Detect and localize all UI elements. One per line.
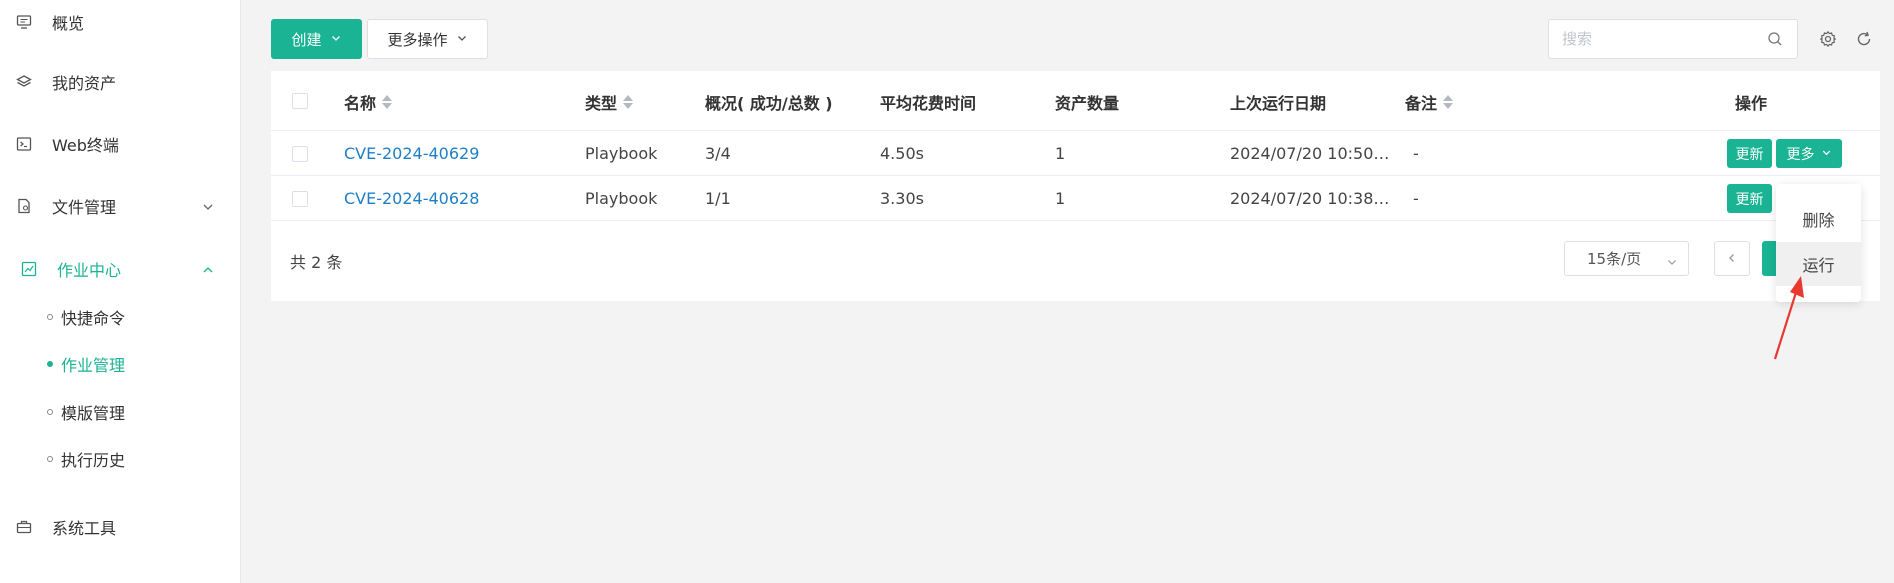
- pagination-total: 共 2 条: [290, 253, 343, 272]
- toolbox-icon: [15, 518, 33, 536]
- job-summary: 1/1: [705, 189, 731, 208]
- update-button[interactable]: 更新: [1727, 184, 1772, 213]
- sidebar-subitem-label: 作业管理: [61, 356, 126, 375]
- create-button-label: 创建: [291, 30, 322, 49]
- create-button[interactable]: 创建: [271, 19, 362, 59]
- column-header-avg-time: 平均花费时间: [880, 94, 977, 113]
- job-table-card: 名称 类型 概况( 成功/总数 ) 平均花费时间 资产数量 上次运行日期 备注 …: [271, 71, 1880, 301]
- page-size-value: 15条/页: [1587, 250, 1642, 268]
- table-row: CVE-2024-40628 Playbook 1/1 3.30s 1 2024…: [271, 176, 1880, 221]
- layers-icon: [15, 73, 33, 91]
- terminal-icon: [15, 135, 33, 153]
- job-name-link[interactable]: CVE-2024-40629: [344, 144, 479, 163]
- job-type: Playbook: [585, 144, 658, 163]
- prev-page-button[interactable]: [1714, 241, 1750, 276]
- sidebar-item-system-tools[interactable]: 系统工具: [0, 507, 241, 547]
- page-size-select[interactable]: 15条/页: [1564, 241, 1689, 276]
- sidebar-subitem-label: 快捷命令: [61, 309, 126, 328]
- job-icon: [20, 260, 38, 278]
- bullet-icon: [47, 456, 53, 462]
- more-button[interactable]: 更多: [1776, 139, 1842, 168]
- column-header-label: 类型: [585, 94, 618, 113]
- column-header-label: 备注: [1405, 94, 1438, 113]
- chevron-down-icon: [456, 30, 468, 48]
- column-header-name[interactable]: 名称: [344, 90, 393, 114]
- sidebar-subitem-label: 模版管理: [61, 404, 126, 423]
- column-header-label: 名称: [344, 94, 377, 113]
- column-header-last-run: 上次运行日期: [1230, 94, 1327, 113]
- sidebar-item-overview[interactable]: 概览: [0, 2, 241, 42]
- sidebar-item-label: 文件管理: [52, 198, 117, 217]
- job-asset-count: 1: [1055, 144, 1066, 163]
- job-comment: -: [1413, 189, 1419, 208]
- sort-icon[interactable]: [382, 95, 393, 109]
- job-type: Playbook: [585, 189, 658, 208]
- bullet-icon: [47, 361, 53, 367]
- sidebar-subitem-template-management[interactable]: 模版管理: [0, 395, 241, 429]
- sidebar-item-label: 我的资产: [52, 74, 117, 93]
- job-summary: 3/4: [705, 144, 731, 163]
- search-input[interactable]: [1549, 20, 1749, 58]
- annotation-arrow-icon: [1773, 276, 1804, 360]
- row-checkbox[interactable]: [292, 146, 308, 162]
- monitor-icon: [15, 13, 33, 31]
- sidebar-item-label: 系统工具: [52, 519, 117, 538]
- update-button[interactable]: 更新: [1727, 139, 1772, 168]
- sidebar: 概览 我的资产 Web终端 文件管理 作业中心 快捷命令 作业管理 模版管理 执…: [0, 0, 241, 583]
- search-box: [1548, 19, 1798, 59]
- sidebar-subitem-label: 执行历史: [61, 451, 126, 470]
- sort-icon[interactable]: [1443, 95, 1454, 109]
- sidebar-item-label: Web终端: [52, 136, 119, 155]
- chevron-up-icon: [201, 262, 215, 276]
- chevron-down-icon: [1821, 146, 1832, 162]
- sidebar-item-label: 概览: [52, 14, 85, 33]
- job-name-link[interactable]: CVE-2024-40628: [344, 189, 479, 208]
- column-header-actions: 操作: [1735, 94, 1768, 113]
- job-avg-time: 4.50s: [880, 144, 924, 163]
- bullet-icon: [47, 314, 53, 320]
- job-comment: -: [1413, 144, 1419, 163]
- more-actions-label: 更多操作: [387, 30, 448, 49]
- chevron-down-icon: [1666, 254, 1678, 272]
- column-header-summary: 概况( 成功/总数 ): [705, 94, 833, 113]
- search-icon[interactable]: [1767, 31, 1783, 51]
- row-checkbox[interactable]: [292, 191, 308, 207]
- refresh-icon[interactable]: [1855, 30, 1873, 48]
- sidebar-subitem-execution-history[interactable]: 执行历史: [0, 442, 241, 476]
- sort-icon[interactable]: [623, 95, 634, 109]
- table-header: 名称 类型 概况( 成功/总数 ) 平均花费时间 资产数量 上次运行日期 备注 …: [271, 71, 1880, 131]
- sidebar-subitem-job-management[interactable]: 作业管理: [0, 347, 241, 381]
- column-header-type[interactable]: 类型: [585, 90, 634, 114]
- job-last-run: 2024/07/20 10:50…: [1230, 144, 1390, 163]
- table-row: CVE-2024-40629 Playbook 3/4 4.50s 1 2024…: [271, 131, 1880, 176]
- settings-icon[interactable]: [1819, 30, 1837, 48]
- sidebar-item-job-center[interactable]: 作业中心: [0, 249, 241, 289]
- sidebar-item-label: 作业中心: [57, 261, 122, 280]
- more-button-label: 更多: [1786, 146, 1815, 163]
- sidebar-item-file-management[interactable]: 文件管理: [0, 186, 241, 226]
- sidebar-item-web-terminal[interactable]: Web终端: [0, 124, 241, 164]
- more-actions-button[interactable]: 更多操作: [367, 19, 488, 59]
- sidebar-subitem-quick-commands[interactable]: 快捷命令: [0, 300, 241, 334]
- column-header-comment[interactable]: 备注: [1405, 90, 1454, 114]
- chevron-down-icon: [201, 199, 215, 213]
- sidebar-item-assets[interactable]: 我的资产: [0, 62, 241, 102]
- file-icon: [15, 197, 33, 215]
- column-header-asset-count: 资产数量: [1055, 94, 1120, 113]
- job-asset-count: 1: [1055, 189, 1066, 208]
- chevron-left-icon: [1726, 249, 1738, 268]
- bullet-icon: [47, 409, 53, 415]
- chevron-down-icon: [330, 30, 342, 48]
- select-all-checkbox[interactable]: [292, 93, 308, 109]
- dropdown-item-delete[interactable]: 删除: [1776, 197, 1861, 241]
- job-avg-time: 3.30s: [880, 189, 924, 208]
- job-last-run: 2024/07/20 10:38…: [1230, 189, 1390, 208]
